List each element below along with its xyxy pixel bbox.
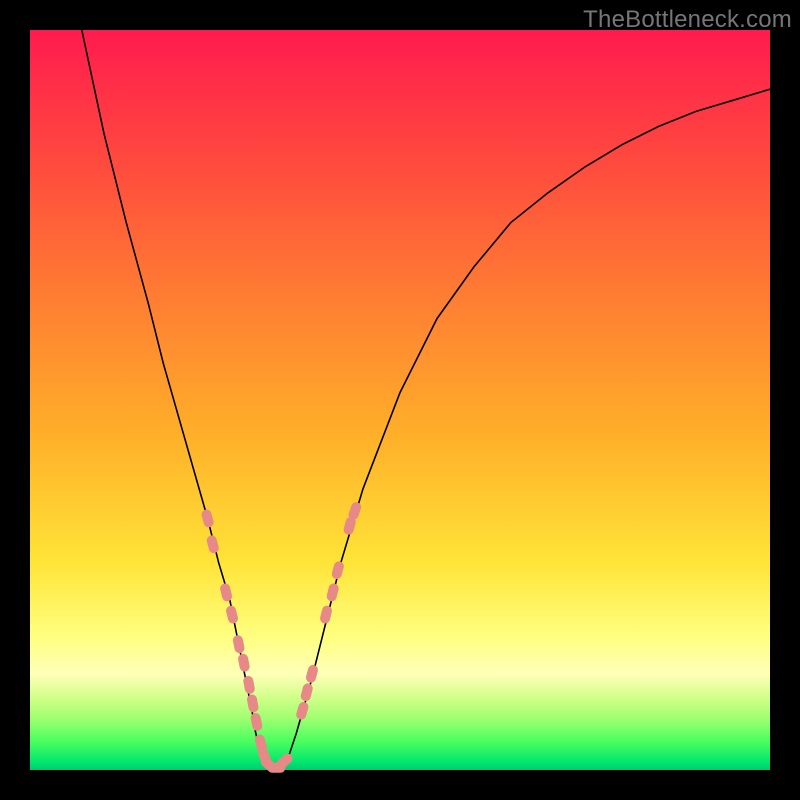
- curve-marker: [232, 634, 245, 654]
- curve-marker: [326, 582, 340, 602]
- curve-marker: [225, 605, 239, 625]
- curve-marker: [246, 694, 259, 714]
- curve-marker: [295, 701, 310, 721]
- curve-marker: [200, 508, 214, 528]
- curve-marker: [242, 675, 255, 695]
- watermark-text: TheBottleneck.com: [583, 6, 792, 34]
- curve-marker: [206, 534, 220, 554]
- chart-stage: TheBottleneck.com: [0, 0, 800, 800]
- curve-marker: [331, 560, 345, 580]
- curve-marker: [237, 653, 250, 673]
- plot-area: [30, 30, 770, 770]
- curve-marker: [305, 664, 319, 684]
- curve-marker: [300, 682, 314, 702]
- highlighted-markers: [200, 501, 362, 775]
- curve-svg: [30, 30, 770, 770]
- bottleneck-curve: [82, 30, 770, 769]
- curve-marker: [250, 712, 263, 732]
- curve-marker: [319, 605, 333, 625]
- curve-marker: [219, 582, 233, 602]
